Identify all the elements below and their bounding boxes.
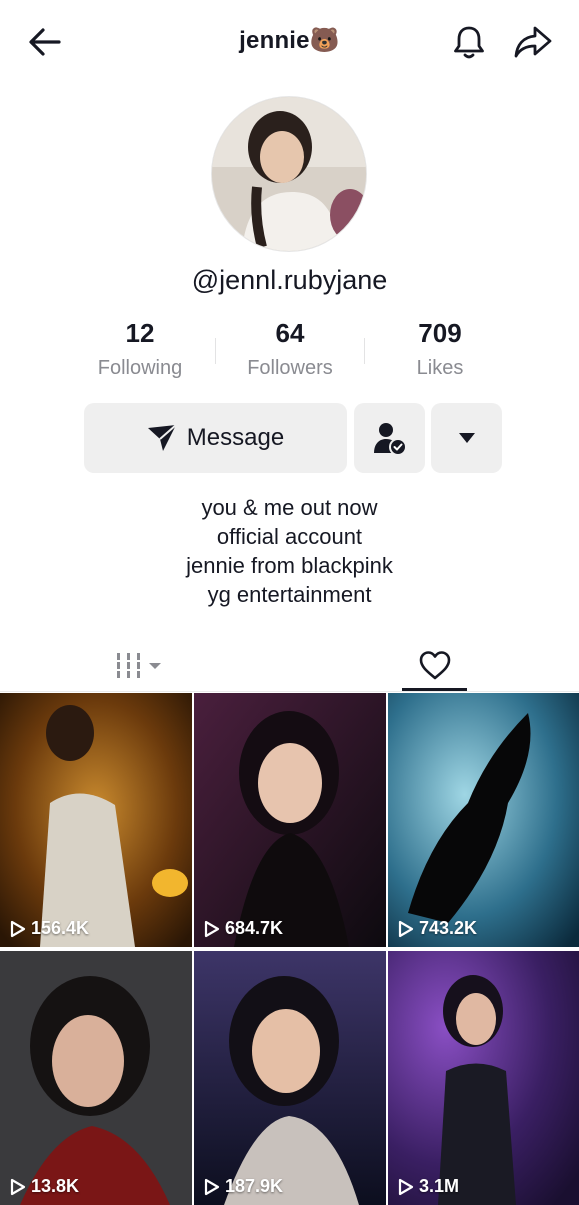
video-thumbnail xyxy=(388,693,579,947)
send-icon xyxy=(147,424,177,451)
play-icon xyxy=(10,920,26,937)
video-tile[interactable]: 13.8K xyxy=(0,951,192,1205)
video-tile[interactable]: 187.9K xyxy=(194,951,386,1205)
play-icon xyxy=(398,1178,414,1195)
view-count: 684.7K xyxy=(204,918,283,939)
view-count: 13.8K xyxy=(10,1176,79,1197)
view-count-text: 3.1M xyxy=(419,1176,460,1196)
profile-bio: you & me out now official account jennie… xyxy=(0,493,579,609)
view-count-text: 743.2K xyxy=(419,918,478,938)
share-button[interactable] xyxy=(510,20,556,64)
tab-videos[interactable] xyxy=(95,640,185,690)
top-bar: jennie🐻 xyxy=(0,0,579,84)
view-count-text: 684.7K xyxy=(225,918,284,938)
bio-line: jennie from blackpink xyxy=(186,553,393,578)
followers-label: Followers xyxy=(247,357,333,379)
video-thumbnail xyxy=(194,693,386,947)
profile-stats: 12 Following 64 Followers 709 Likes xyxy=(65,318,515,388)
likes-label: Likes xyxy=(416,357,464,379)
content-tabs xyxy=(0,640,579,692)
play-icon xyxy=(398,920,414,937)
message-button[interactable]: Message xyxy=(84,403,347,473)
username-handle: @jennl.rubyjane xyxy=(191,265,388,295)
tab-divider xyxy=(0,691,579,692)
play-icon xyxy=(10,1178,26,1195)
share-arrow-icon xyxy=(514,26,552,58)
stat-following[interactable]: 12 Following xyxy=(65,318,215,380)
bio-line: you & me out now xyxy=(201,495,378,520)
bell-icon xyxy=(454,26,484,59)
stat-likes[interactable]: 709 Likes xyxy=(365,318,515,380)
video-tile[interactable]: 156.4K xyxy=(0,693,192,947)
bio-line: official account xyxy=(216,524,363,549)
video-thumbnail xyxy=(0,693,192,947)
followers-count: 64 xyxy=(275,318,305,348)
bio-line: yg entertainment xyxy=(207,582,372,607)
profile-avatar[interactable] xyxy=(212,97,366,251)
user-check-icon xyxy=(373,423,407,456)
following-label: Following xyxy=(97,357,183,379)
view-count: 187.9K xyxy=(204,1176,283,1197)
avatar-photo xyxy=(212,97,366,251)
following-count: 12 xyxy=(125,318,155,348)
view-count-text: 156.4K xyxy=(31,918,90,938)
view-count: 3.1M xyxy=(398,1176,459,1197)
view-count-text: 187.9K xyxy=(225,1176,284,1196)
view-count-text: 13.8K xyxy=(31,1176,80,1196)
video-thumbnail xyxy=(0,951,192,1205)
view-count: 156.4K xyxy=(10,918,89,939)
heart-outline-icon xyxy=(419,651,450,680)
play-icon xyxy=(204,920,220,937)
page-title: jennie🐻 xyxy=(239,27,340,54)
video-thumbnail xyxy=(388,951,579,1205)
view-count: 743.2K xyxy=(398,918,477,939)
videos-grid-icon xyxy=(117,653,161,678)
play-icon xyxy=(204,1178,220,1195)
likes-count: 709 xyxy=(418,318,462,348)
video-tile[interactable]: 743.2K xyxy=(388,693,579,947)
video-tile[interactable]: 3.1M xyxy=(388,951,579,1205)
video-tile[interactable]: 684.7K xyxy=(194,693,386,947)
message-label: Message xyxy=(186,424,285,451)
stat-followers[interactable]: 64 Followers xyxy=(215,318,365,380)
tab-liked[interactable] xyxy=(402,640,467,690)
following-status-button[interactable] xyxy=(354,403,425,473)
video-thumbnail xyxy=(194,951,386,1205)
more-options-button[interactable] xyxy=(431,403,502,473)
notifications-button[interactable] xyxy=(447,20,491,64)
caret-down-icon xyxy=(458,433,475,443)
